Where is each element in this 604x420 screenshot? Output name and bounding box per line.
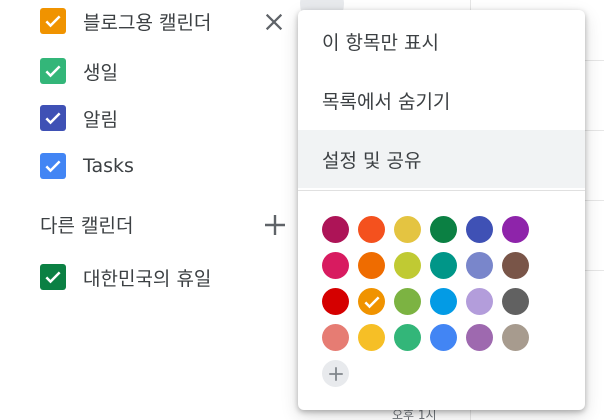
- calendar-item[interactable]: Tasks: [40, 150, 134, 182]
- calendar-label: 대한민국의 휴일: [83, 267, 212, 290]
- plus-icon: [265, 215, 285, 235]
- color-swatch[interactable]: [430, 216, 457, 243]
- menu-item-settings-and-sharing[interactable]: 설정 및 공유: [298, 130, 585, 188]
- checkbox[interactable]: [40, 264, 66, 290]
- checkbox[interactable]: [40, 8, 66, 34]
- color-swatch[interactable]: [358, 216, 385, 243]
- calendar-label: 생일: [83, 61, 118, 84]
- checkbox[interactable]: [40, 105, 66, 131]
- color-swatch[interactable]: [358, 252, 385, 279]
- add-calendar-button[interactable]: [262, 212, 288, 238]
- calendar-options-menu: 이 항목만 표시 목록에서 숨기기 설정 및 공유: [298, 10, 585, 410]
- color-swatch[interactable]: [358, 324, 385, 351]
- calendar-list: 블로그용 캘린더 생일 알림 Tasks 다른 캘린더 대한민국의 휴일: [0, 0, 300, 420]
- checkbox[interactable]: [40, 153, 66, 179]
- calendar-label: Tasks: [83, 155, 134, 177]
- color-swatch[interactable]: [394, 324, 421, 351]
- check-icon: [45, 271, 61, 284]
- color-swatch[interactable]: [322, 324, 349, 351]
- color-swatch[interactable]: [322, 216, 349, 243]
- color-swatch[interactable]: [502, 288, 529, 315]
- close-button[interactable]: [260, 8, 288, 36]
- calendar-item[interactable]: 블로그용 캘린더: [40, 5, 211, 37]
- check-icon: [45, 160, 61, 173]
- calendar-label: 블로그용 캘린더: [83, 11, 212, 34]
- calendar-label: 알림: [83, 108, 118, 131]
- close-icon: [265, 13, 283, 31]
- color-swatch[interactable]: [430, 252, 457, 279]
- calendar-item[interactable]: 알림: [40, 102, 118, 134]
- color-swatch[interactable]: [466, 288, 493, 315]
- color-swatch[interactable]: [502, 324, 529, 351]
- menu-item-hide-from-list[interactable]: 목록에서 숨기기: [298, 71, 585, 129]
- color-swatch[interactable]: [322, 288, 349, 315]
- color-swatch[interactable]: [430, 288, 457, 315]
- color-swatch[interactable]: [358, 288, 385, 315]
- color-swatch[interactable]: [502, 252, 529, 279]
- color-swatch[interactable]: [466, 252, 493, 279]
- calendar-item[interactable]: 생일: [40, 55, 118, 87]
- color-swatch[interactable]: [394, 252, 421, 279]
- color-swatch[interactable]: [322, 252, 349, 279]
- check-icon: [45, 112, 61, 125]
- color-swatch[interactable]: [394, 216, 421, 243]
- check-icon: [363, 296, 380, 308]
- color-swatch[interactable]: [394, 288, 421, 315]
- checkbox[interactable]: [40, 58, 66, 84]
- check-icon: [45, 65, 61, 78]
- color-swatch[interactable]: [502, 216, 529, 243]
- menu-item-show-only-this[interactable]: 이 항목만 표시: [298, 12, 585, 70]
- plus-icon: [328, 366, 343, 381]
- color-swatch[interactable]: [466, 324, 493, 351]
- calendar-item[interactable]: 대한민국의 휴일: [40, 261, 211, 293]
- menu-divider: [298, 190, 585, 191]
- check-icon: [45, 15, 61, 28]
- color-swatch[interactable]: [430, 324, 457, 351]
- other-calendars-title[interactable]: 다른 캘린더: [40, 211, 133, 238]
- color-swatch[interactable]: [466, 216, 493, 243]
- add-custom-color-button[interactable]: [322, 360, 349, 387]
